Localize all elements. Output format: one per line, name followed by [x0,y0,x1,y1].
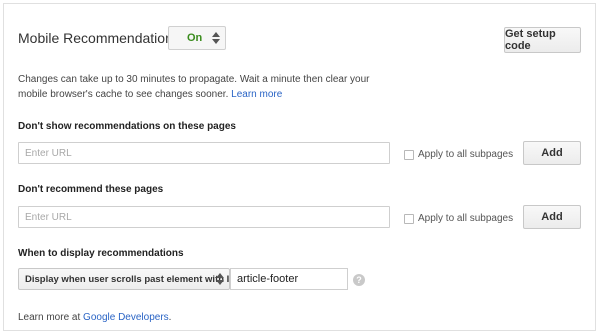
get-setup-code-button[interactable]: Get setup code [504,27,581,53]
mobile-recommendations-toggle[interactable]: On [168,26,226,50]
up-down-arrows-icon [212,32,220,44]
recommendations-panel: Mobile Recommendations On Get setup code… [3,3,596,331]
footer-suffix: . [168,312,172,323]
exclude-pages-label: Don't show recommendations on these page… [18,121,236,132]
checkbox-label: Apply to all subpages [418,149,514,160]
no-recommend-url-input[interactable] [18,206,390,228]
propagation-notice-text: Changes can take up to 30 minutes to pro… [18,74,370,100]
no-recommend-subpages-checkbox[interactable]: Apply to all subpages [404,213,513,224]
display-timing-label: When to display recommendations [18,248,184,259]
help-icon[interactable]: ? [353,274,365,286]
footer-prefix: Learn more at [18,312,84,323]
footer-learn-more: Learn more at Google Developers. [18,312,171,323]
exclude-add-button[interactable]: Add [523,141,581,165]
propagation-notice: Changes can take up to 30 minutes to pro… [18,72,398,102]
display-timing-select[interactable]: Display when user scrolls past element w… [18,268,236,290]
google-developers-link[interactable]: Google Developers [83,312,169,323]
checkbox-label: Apply to all subpages [418,213,514,224]
exclude-url-input[interactable] [18,142,390,164]
page-title: Mobile Recommendations [18,30,180,46]
no-recommend-pages-label: Don't recommend these pages [18,184,164,195]
display-timing-value: Display when user scrolls past element w… [25,274,237,285]
up-down-arrows-icon [216,273,224,285]
learn-more-link[interactable]: Learn more [231,89,282,100]
checkbox-box[interactable] [404,213,414,224]
checkbox-box[interactable] [404,149,414,160]
element-id-input[interactable] [230,268,348,290]
exclude-subpages-checkbox[interactable]: Apply to all subpages [404,149,513,160]
toggle-value: On [187,32,203,44]
no-recommend-add-button[interactable]: Add [523,205,581,229]
